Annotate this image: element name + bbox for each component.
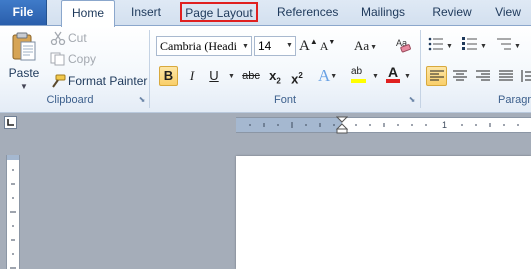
font-name-combo[interactable]: Cambria (Headi ▼ <box>156 36 252 56</box>
horizontal-ruler[interactable]: 1 <box>236 116 531 134</box>
align-left-icon <box>429 70 444 81</box>
cut-label: Cut <box>68 31 87 45</box>
paragraph-group-label: Paragr <box>498 94 531 106</box>
highlight-color-bar <box>351 79 366 83</box>
group-divider <box>420 30 421 108</box>
text-effects-icon: A <box>318 66 331 85</box>
ruler-number: 1 <box>442 120 448 130</box>
tab-view[interactable]: View <box>493 0 523 25</box>
change-case-icon: Aa <box>353 38 370 53</box>
change-case-button[interactable]: Aa▼ <box>353 36 377 56</box>
justify-icon <box>499 70 513 81</box>
align-center-button[interactable] <box>451 66 469 86</box>
underline-button[interactable]: U <box>205 66 223 86</box>
align-right-icon <box>476 70 490 81</box>
clear-formatting-icon: Aa <box>396 38 411 53</box>
chevron-down-icon[interactable]: ▼ <box>228 73 235 80</box>
paintbrush-icon <box>52 74 66 88</box>
text-effects-button[interactable]: A▼ <box>318 66 337 86</box>
font-color-bar <box>386 79 400 83</box>
chevron-down-icon[interactable]: ▼ <box>446 43 453 50</box>
ribbon-home: Paste ▼ Cut Copy Format Painter Clipboar… <box>0 25 531 113</box>
clear-formatting-button[interactable]: Aa <box>395 36 411 56</box>
vertical-ruler[interactable] <box>6 155 20 269</box>
copy-icon <box>50 52 65 66</box>
clipboard-paste-icon <box>12 32 36 61</box>
font-color-button[interactable]: A <box>384 64 402 84</box>
line-spacing-icon <box>521 70 531 82</box>
justify-button[interactable] <box>497 66 515 86</box>
tab-selector-button[interactable] <box>4 116 17 129</box>
multilevel-list-button[interactable] <box>496 36 512 56</box>
font-group-label: Font <box>273 94 296 106</box>
chevron-down-icon[interactable]: ▼ <box>372 73 379 80</box>
tab-file[interactable]: File <box>0 0 47 25</box>
text-highlight-button[interactable]: ab <box>349 64 369 84</box>
align-left-button[interactable] <box>426 66 447 86</box>
chevron-down-icon[interactable]: ▼ <box>284 37 295 55</box>
format-painter-label: Format Painter <box>68 74 148 88</box>
numbering-button[interactable] <box>462 36 478 56</box>
chevron-down-icon[interactable]: ▼ <box>480 43 487 50</box>
tab-insert[interactable]: Insert <box>130 0 162 25</box>
tab-home[interactable]: Home <box>61 0 115 27</box>
tab-page-layout[interactable]: Page Layout <box>180 2 258 22</box>
document-page[interactable] <box>236 156 531 269</box>
bullets-button[interactable] <box>428 36 444 56</box>
scissors-icon <box>50 31 66 45</box>
shrink-font-button[interactable]: A▼ <box>319 36 336 56</box>
chevron-down-icon[interactable]: ▼ <box>514 43 521 50</box>
numbered-list-icon <box>462 37 477 50</box>
superscript-button[interactable]: x2 <box>288 66 306 86</box>
font-name-value: Cambria (Headi <box>160 39 237 53</box>
bullet-list-icon <box>428 37 443 51</box>
chevron-down-icon[interactable]: ▼ <box>404 73 411 80</box>
font-size-combo[interactable]: 14 ▼ <box>254 36 296 56</box>
subscript-button[interactable]: x2 <box>266 66 284 86</box>
tab-references[interactable]: References <box>277 0 338 25</box>
grow-font-button[interactable]: A▲ <box>299 36 318 56</box>
clipboard-group-label: Clipboard <box>46 94 94 106</box>
paste-label: Paste <box>8 66 40 80</box>
font-dialog-launcher-icon[interactable]: ⬊ <box>408 96 416 104</box>
subscript-index: 2 <box>276 76 281 86</box>
italic-button[interactable]: I <box>184 66 200 86</box>
font-size-value: 14 <box>258 39 272 53</box>
vertical-ruler-ticks <box>10 169 16 269</box>
strikethrough-button[interactable]: abc <box>240 66 262 86</box>
indent-marker-icon[interactable] <box>336 116 348 134</box>
tab-review[interactable]: Review <box>432 0 472 25</box>
grow-font-icon: A <box>299 38 310 54</box>
align-right-button[interactable] <box>474 66 492 86</box>
ruler-ticks <box>249 122 519 128</box>
left-tab-stop-icon <box>7 119 14 126</box>
chevron-down-icon[interactable]: ▼ <box>20 82 28 91</box>
copy-label: Copy <box>68 52 97 66</box>
align-center-icon <box>453 70 467 81</box>
tab-mailings[interactable]: Mailings <box>360 0 406 25</box>
chevron-down-icon[interactable]: ▼ <box>240 37 251 55</box>
bold-button[interactable]: B <box>159 66 178 86</box>
multilevel-list-icon <box>497 38 511 50</box>
ribbon-tab-bar: File Home Insert Page Layout References … <box>0 0 531 27</box>
superscript-index: 2 <box>298 71 303 80</box>
paste-button[interactable]: Paste ▼ <box>6 30 42 91</box>
clipboard-dialog-launcher-icon[interactable]: ⬊ <box>138 96 146 104</box>
line-spacing-button[interactable] <box>520 66 531 86</box>
